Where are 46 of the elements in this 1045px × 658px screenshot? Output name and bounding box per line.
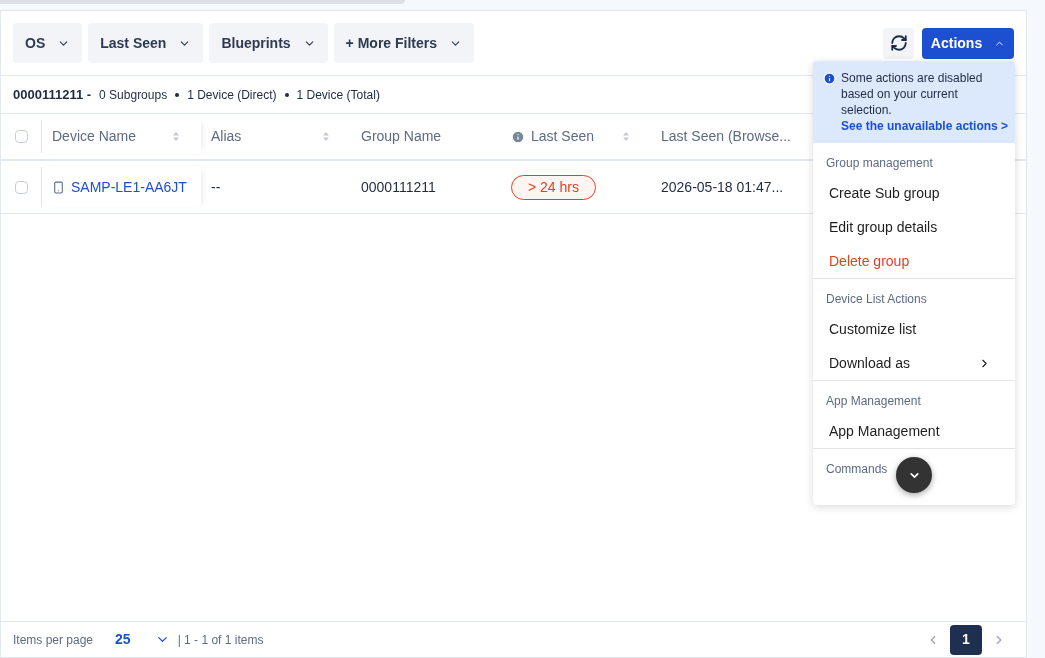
filter-dropdown[interactable]: Blueprints	[209, 23, 328, 63]
menu-section-title: App Management	[826, 393, 921, 410]
info-icon	[823, 72, 836, 85]
refresh-button[interactable]	[883, 27, 914, 59]
menu-section-title: Group management	[826, 155, 933, 172]
items-per-page-label: Items per page	[13, 631, 94, 649]
bullet-icon	[284, 92, 289, 97]
row-checkbox[interactable]	[14, 180, 28, 194]
table-cell-text: 2026-05-18 01:47...	[661, 177, 784, 197]
sort-icon[interactable]	[623, 132, 629, 141]
actions-button[interactable]: Actions	[922, 27, 1014, 59]
menu-item[interactable]: Download as	[813, 346, 1015, 380]
group-title: 0000111211 -	[13, 85, 92, 104]
column-header[interactable]: Device Name	[41, 120, 201, 153]
column-header[interactable]: Last Seen	[501, 114, 651, 159]
per-page-select[interactable]: 25	[115, 629, 170, 650]
group-stat: 0 Subgroups	[99, 86, 168, 104]
info-icon	[511, 129, 525, 144]
refresh-icon	[889, 34, 908, 52]
filter-dropdown[interactable]: Last Seen	[88, 23, 204, 63]
device-link[interactable]: SAMP-LE1-AA6JT	[71, 176, 187, 198]
filter-dropdown[interactable]: OS	[13, 23, 83, 63]
unavailable-actions-link[interactable]: See the unavailable actions >	[841, 118, 1009, 134]
column-header[interactable]: Group Name	[351, 114, 501, 159]
menu-section-title: Device List Actions	[826, 291, 927, 308]
menu-section-title: Commands	[826, 461, 888, 478]
select-all-checkbox[interactable]	[14, 130, 28, 143]
sort-icon[interactable]	[323, 132, 329, 141]
sort-icon[interactable]	[173, 132, 179, 141]
group-stat: 1 Device (Total)	[296, 86, 380, 104]
menu-item[interactable]: Edit group details	[813, 210, 1015, 244]
bullet-icon	[175, 92, 180, 97]
menu-item[interactable]: Delete group	[813, 244, 1015, 278]
group-stat: 1 Device (Direct)	[187, 86, 277, 104]
menu-item[interactable]: Create Sub group	[813, 176, 1015, 210]
status-badge: > 24 hrs	[511, 174, 596, 200]
filter-dropdown[interactable]: + More Filters	[333, 23, 475, 63]
notice-text: Some actions are disabled based on your current selection. See the unavailable actions >	[841, 70, 1009, 134]
phone-icon	[52, 180, 65, 194]
page-button[interactable]: 1	[950, 624, 982, 655]
column-header[interactable]: Alias	[201, 114, 351, 159]
table-cell-text: 0000111211	[361, 177, 436, 197]
range-text: | 1 - 1 of 1 items	[177, 631, 264, 649]
menu-item[interactable]: App Management	[813, 414, 1015, 448]
menu-item[interactable]: Customize list	[813, 312, 1015, 346]
table-cell-text: --	[211, 177, 221, 197]
